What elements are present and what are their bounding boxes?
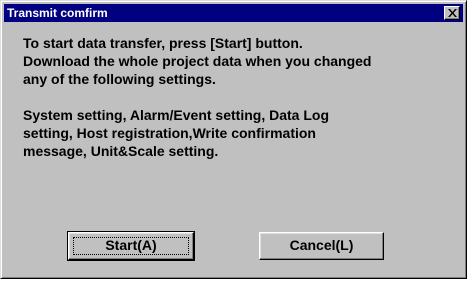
transmit-confirm-dialog: Transmit comfirm To start data transfer,… (0, 0, 467, 279)
message-paragraph-settings: System setting, Alarm/Event setting, Dat… (23, 107, 329, 159)
cancel-button[interactable]: Cancel(L) (259, 232, 384, 260)
start-button-label: Start(A) (105, 237, 157, 253)
dialog-title: Transmit comfirm (7, 6, 108, 20)
message-area: To start data transfer, press [Start] bu… (23, 34, 455, 160)
close-button[interactable] (444, 6, 460, 20)
cancel-button-label: Cancel(L) (289, 237, 354, 253)
message-paragraph-instructions: To start data transfer, press [Start] bu… (23, 35, 372, 87)
close-x-icon (448, 9, 457, 17)
title-bar[interactable]: Transmit comfirm (4, 4, 463, 22)
start-button[interactable]: Start(A) (67, 231, 195, 261)
